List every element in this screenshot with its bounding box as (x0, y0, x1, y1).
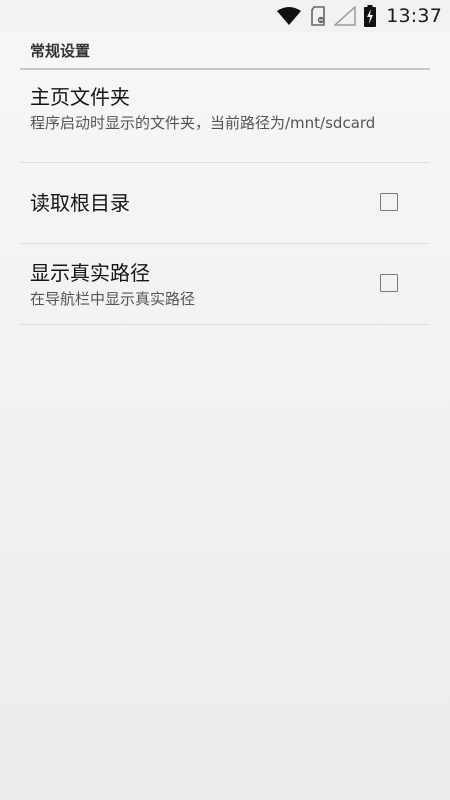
wifi-icon (276, 6, 302, 26)
pref-home-folder-summary: 程序启动时显示的文件夹，当前路径为/mnt/sdcard (30, 114, 376, 132)
status-clock: 13:37 (386, 5, 442, 27)
pref-home-folder[interactable]: 主页文件夹 程序启动时显示的文件夹，当前路径为/mnt/sdcard (20, 70, 430, 163)
battery-charging-icon (364, 5, 377, 27)
cell-signal-icon (334, 6, 356, 26)
settings-list: 常规设置 主页文件夹 程序启动时显示的文件夹，当前路径为/mnt/sdcard … (20, 32, 430, 325)
section-header-general: 常规设置 (20, 32, 430, 70)
status-icons: 13:37 (276, 0, 442, 32)
pref-read-root-title: 读取根目录 (30, 191, 130, 215)
pref-home-folder-title: 主页文件夹 (30, 85, 130, 109)
pref-show-real-path[interactable]: 显示真实路径 在导航栏中显示真实路径 (20, 244, 430, 325)
sd-card-icon (310, 6, 326, 26)
status-bar: 13:37 (0, 0, 450, 32)
show-real-path-checkbox[interactable] (380, 274, 398, 292)
pref-read-root[interactable]: 读取根目录 (20, 163, 430, 244)
read-root-checkbox[interactable] (380, 193, 398, 211)
pref-show-real-path-title: 显示真实路径 (30, 261, 150, 285)
pref-show-real-path-summary: 在导航栏中显示真实路径 (30, 290, 196, 308)
